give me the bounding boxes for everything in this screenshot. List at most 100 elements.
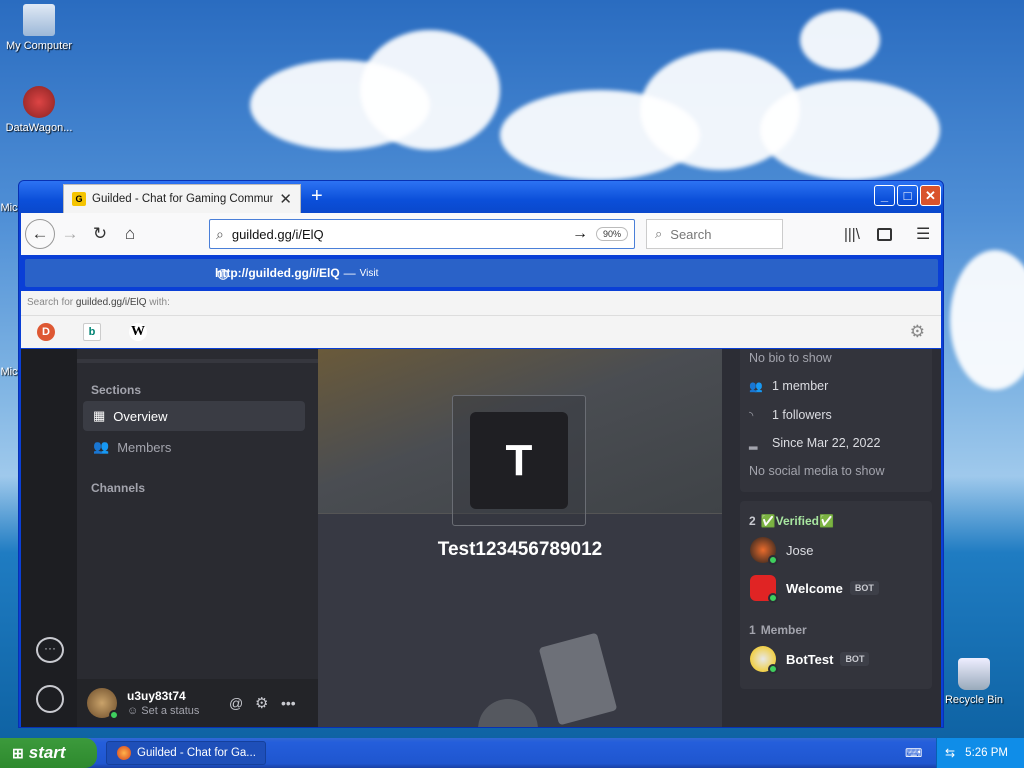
member-name: BotTest xyxy=(786,651,834,667)
system-tray: ⇆ 5:26 PM xyxy=(936,738,1024,768)
wikipedia-icon[interactable]: W xyxy=(129,323,147,341)
close-tab-icon[interactable]: ✕ xyxy=(279,190,292,208)
team-avatar[interactable]: T xyxy=(470,412,568,509)
group-label: ✅Verified✅ xyxy=(760,514,834,528)
rss-icon: ◝ xyxy=(749,409,754,422)
start-button[interactable]: ⊞ start xyxy=(0,738,97,768)
desktop-icon-recycle-bin[interactable]: Recycle Bin xyxy=(935,658,1013,706)
firefox-icon xyxy=(117,746,131,760)
home-button[interactable]: ⌂ xyxy=(115,219,145,249)
bot-badge: BOT xyxy=(849,581,879,595)
friends-icon[interactable] xyxy=(36,685,64,713)
back-button[interactable]: ← xyxy=(25,219,55,249)
go-arrow-icon[interactable]: → xyxy=(572,225,588,243)
settings-gear-icon[interactable]: ⚙ xyxy=(910,322,925,342)
user-avatar[interactable] xyxy=(87,688,119,720)
member-count-value: 1 member xyxy=(772,379,829,393)
computer-icon xyxy=(23,4,55,36)
network-icon[interactable]: ⇆ xyxy=(945,746,955,760)
online-status-dot xyxy=(768,664,778,674)
group-count: 1 xyxy=(749,623,756,637)
set-status-label: Set a status xyxy=(141,705,200,717)
close-window-button[interactable]: ✕ xyxy=(920,185,941,206)
members-icon: 👥 xyxy=(749,380,763,393)
member-name: Welcome xyxy=(786,580,843,596)
reload-button[interactable]: ↻ xyxy=(85,219,115,249)
task-label: Guilded - Chat for Ga... xyxy=(137,747,256,759)
sidebar-item-overview[interactable]: ▦ Overview xyxy=(83,401,305,431)
clock[interactable]: 5:26 PM xyxy=(965,747,1008,759)
new-tab-icon[interactable]: + xyxy=(311,185,323,208)
search-with-suffix: with: xyxy=(146,297,170,308)
desktop-icon-datawagon[interactable]: DataWagon... xyxy=(0,86,78,134)
member-avatar xyxy=(750,575,778,603)
windows-logo-icon: ⊞ xyxy=(12,744,24,761)
mention-icon[interactable]: @ xyxy=(229,695,243,711)
browser-tab[interactable]: G Guilded - Chat for Gaming Commun ✕ xyxy=(63,184,301,213)
desktop-icon-label: Recycle Bin xyxy=(944,694,1004,706)
taskbar-task-guilded[interactable]: Guilded - Chat for Ga... xyxy=(106,741,266,765)
team-overview: T Test123456789012 xyxy=(318,349,722,727)
desktop-icon-label: Mic xyxy=(0,202,18,214)
maximize-button[interactable]: □ xyxy=(897,185,918,206)
desktop-icon-my-computer[interactable]: My Computer xyxy=(0,4,78,52)
bot-badge: BOT xyxy=(840,652,870,666)
member-welcome[interactable]: Welcome BOT xyxy=(750,575,879,603)
search-placeholder: Search xyxy=(670,226,712,242)
username: u3uy83t74 xyxy=(127,689,186,703)
created-date-value: Since Mar 22, 2022 xyxy=(772,436,881,450)
user-info[interactable]: u3uy83t74 ☺ Set a status xyxy=(127,689,199,717)
globe-icon: ◍ xyxy=(217,264,230,281)
group-count: 2 xyxy=(749,514,756,528)
duckduckgo-icon[interactable]: D xyxy=(37,323,55,341)
online-status-dot xyxy=(109,710,119,720)
start-label: start xyxy=(28,743,66,762)
about-panel: No bio to show 👥 1 member ◝ 1 followers ▂ S… xyxy=(722,349,941,727)
channels-heading: Channels xyxy=(91,481,146,495)
keyboard-icon[interactable]: ⌨ xyxy=(905,746,922,760)
suggestion-dash: — xyxy=(343,266,356,280)
set-status[interactable]: ☺ Set a status xyxy=(127,705,199,717)
bing-icon[interactable]: b xyxy=(83,323,101,341)
url-text: guilded.gg/i/ElQ xyxy=(231,226,324,242)
desktop-icon-label: Mic xyxy=(0,366,18,378)
url-bar[interactable]: ⌕ guilded.gg/i/ElQ → 90% xyxy=(209,219,635,249)
member-avatar xyxy=(750,646,778,674)
search-icon: ⌕ xyxy=(216,225,224,242)
url-suggestion[interactable]: ◍ http:// guilded.gg/i/ElQ — Visit xyxy=(25,259,938,287)
sidebar-item-members[interactable]: 👥 Members xyxy=(83,432,305,462)
team-initial: T xyxy=(505,436,533,485)
settings-icon[interactable]: ⚙ xyxy=(255,694,268,712)
sidebar-item-label: Members xyxy=(117,439,172,455)
taskbar: ⊞ start Guilded - Chat for Ga... ⌨ ⇆ 5:2… xyxy=(0,738,1024,768)
chat-bubble-icon[interactable]: ··· xyxy=(36,637,64,663)
desktop-icon-label: My Computer xyxy=(5,40,73,52)
minimize-button[interactable]: _ xyxy=(874,185,895,206)
search-with-term: guilded.gg/i/ElQ xyxy=(75,297,147,308)
member-jose[interactable]: Jose xyxy=(750,537,814,565)
group-label: Member xyxy=(760,623,807,637)
library-icon[interactable]: |||\ xyxy=(844,226,860,243)
zoom-badge[interactable]: 90% xyxy=(595,227,628,241)
team-sidebar: Sections ▦ Overview 👥 Members Channels u… xyxy=(77,349,318,727)
search-box[interactable]: ⌕ Search xyxy=(646,219,783,249)
title-bar: G Guilded - Chat for Gaming Commun ✕ + _… xyxy=(19,181,943,213)
search-engine-bar: D b W ⚙ xyxy=(21,315,941,348)
member-name: Jose xyxy=(786,542,814,558)
cake-icon: ▂ xyxy=(749,437,758,450)
illustration xyxy=(468,632,638,727)
follower-count: ◝ 1 followers xyxy=(749,408,832,422)
search-with-label: Search for guilded.gg/i/ElQ with: xyxy=(21,291,941,315)
sidebar-toggle-icon[interactable] xyxy=(877,227,892,241)
forward-button[interactable]: → xyxy=(55,219,85,249)
member-count: 👥 1 member xyxy=(749,379,828,393)
member-bottest[interactable]: BotTest BOT xyxy=(750,646,870,674)
status-smiley-icon: ☺ xyxy=(127,705,142,717)
bio-text-value: No bio to show xyxy=(749,351,832,365)
guilded-favicon-icon: G xyxy=(72,192,86,206)
desktop-icon-label: DataWagon... xyxy=(5,122,73,134)
sections-heading: Sections xyxy=(91,383,142,397)
search-icon: ⌕ xyxy=(655,226,663,241)
menu-icon[interactable]: ☰ xyxy=(916,224,930,244)
more-options-icon[interactable]: ••• xyxy=(281,695,296,711)
